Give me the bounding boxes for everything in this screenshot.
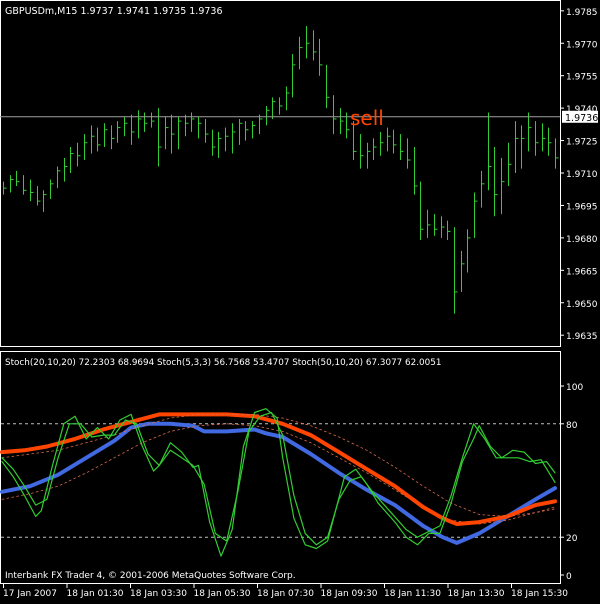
price-tick-label: 1.9755 <box>566 73 598 83</box>
price-tick-label: 1.9785 <box>566 8 598 18</box>
time-tick-label: 18 Jan 09:30 <box>321 589 378 599</box>
current-price-label: 1.9736 <box>565 113 598 124</box>
price-tick-label: 1.9635 <box>566 332 598 342</box>
chart-canvas[interactable]: 1.97851.97701.97551.97401.97251.97101.96… <box>0 0 600 600</box>
stoch-tick-label: 100 <box>566 383 583 393</box>
price-tick-label: 1.9710 <box>566 170 598 180</box>
time-tick-label: 18 Jan 01:30 <box>67 589 124 599</box>
time-tick-label: 18 Jan 13:30 <box>448 589 505 599</box>
time-tick-label: 18 Jan 05:30 <box>194 589 251 599</box>
time-tick-label: 18 Jan 15:30 <box>511 589 568 599</box>
price-tick-label: 1.9725 <box>566 138 598 148</box>
price-tick-label: 1.9680 <box>566 235 598 245</box>
mt4-chart-window[interactable]: 1.9785 1.9770 1.9755 1.9740 1.9725 1.9710 1.96… <box>0 0 600 600</box>
stoch-header: Stoch(20,10,20) 72.2303 68.9694 Stoch(5,… <box>5 358 441 368</box>
time-tick-label: 18 Jan 11:30 <box>384 589 441 599</box>
time-tick-label: 18 Jan 07:30 <box>257 589 314 599</box>
time-tick-label: 18 Jan 03:30 <box>130 589 187 599</box>
price-axis: 1.97851.97701.97551.97401.97251.97101.96… <box>560 8 598 342</box>
price-tick-label: 1.9665 <box>566 267 598 277</box>
stoch-tick-label: 80 <box>566 421 578 431</box>
time-axis: 17 Jan 2007 18 Jan 01:30 18 Jan 03:30 18 Ja… <box>3 584 568 599</box>
stoch-tick-label: 20 <box>566 534 578 544</box>
stoch-tick-label: 0 <box>566 572 572 582</box>
time-tick-label: 17 Jan 2007 <box>3 589 57 599</box>
price-panel-frame <box>0 0 561 347</box>
symbol-header: GBPUSDm,M15 1.9737 1.9741 1.9735 1.9736 <box>5 6 223 17</box>
price-tick-label: 1.9650 <box>566 300 598 310</box>
sell-annotation: sell <box>350 106 384 130</box>
stoch-panel-frame <box>0 351 561 584</box>
price-tick-label: 1.9770 <box>566 40 598 50</box>
footer-copyright: Interbank FX Trader 4, © 2001-2006 MetaQ… <box>5 571 296 581</box>
price-tick-label: 1.9695 <box>566 202 598 212</box>
